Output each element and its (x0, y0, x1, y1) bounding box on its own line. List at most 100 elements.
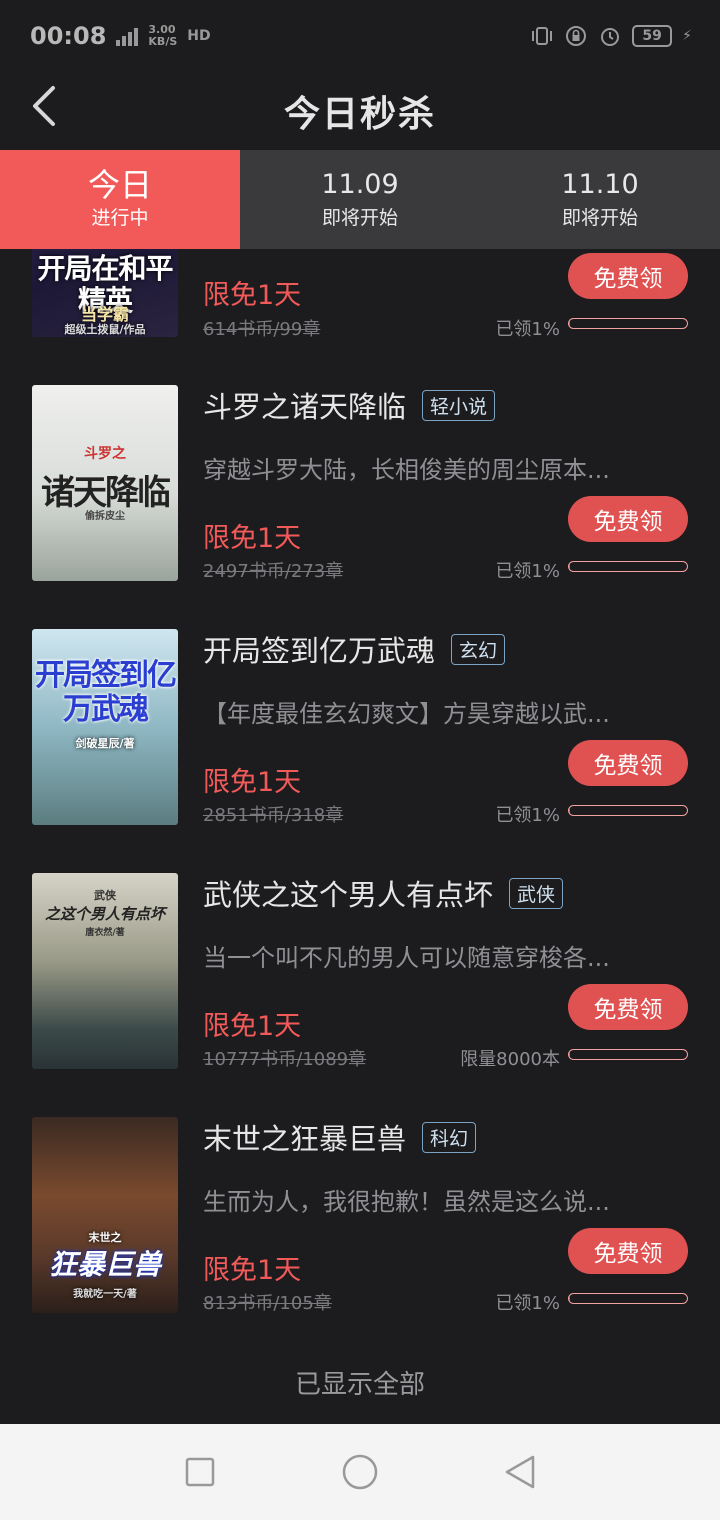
triangle-back-icon (505, 1455, 535, 1489)
cover-author: 偷拆皮尘 (85, 511, 125, 522)
tab-today[interactable]: 今日 进行中 (0, 150, 240, 249)
tab-status: 即将开始 (561, 206, 638, 229)
claim-button[interactable]: 免费领 (568, 1228, 688, 1274)
system-nav-bar (0, 1424, 720, 1520)
book-title: 开局签到亿万武魂 (203, 634, 436, 668)
book-cover[interactable]: 开局签到亿万武魂 剑破星辰/著 (32, 629, 178, 825)
claim-button[interactable]: 免费领 (568, 253, 688, 299)
book-title-row[interactable]: 武侠之这个男人有点坏 武侠 (203, 872, 564, 914)
book-title: 斗罗之诸天降临 (203, 390, 407, 424)
progress-fill (569, 562, 571, 571)
book-title-row[interactable]: 斗罗之诸天降临 轻小说 (203, 384, 496, 426)
recent-apps-button[interactable] (170, 1442, 230, 1502)
original-price: 2851书币/318章 (203, 805, 344, 826)
date-tabs: 今日 进行中 11.09 即将开始 11.10 即将开始 (0, 150, 720, 249)
book-list[interactable]: 开局在和平精英 当学霸 超级土拨鼠/作品 限免1天 614书币/99章 免费领 … (0, 249, 720, 1340)
square-icon (185, 1457, 215, 1487)
end-of-list-text: 已显示全部 (0, 1340, 720, 1424)
tab-1110[interactable]: 11.10 即将开始 (480, 150, 720, 249)
free-label: 限免1天 (203, 523, 302, 554)
claim-progress-bar (568, 1049, 688, 1060)
status-left: 00:08 3.00 KB/S HD (30, 22, 211, 50)
cover-title: 开局签到亿万武魂 (35, 658, 177, 727)
back-arrow-icon (33, 86, 55, 126)
claim-progress-bar (568, 318, 688, 329)
book-description: 【年度最佳玄幻爽文】方昊穿越以武... (203, 700, 610, 728)
book-title-row[interactable]: 开局签到亿万武魂 玄幻 (203, 628, 506, 670)
tab-label: 11.10 (561, 168, 639, 200)
header: 今日秒杀 (0, 72, 720, 150)
cover-subtitle: 武侠 (94, 889, 116, 902)
circle-icon (342, 1454, 378, 1490)
free-label: 限免1天 (203, 767, 302, 798)
book-item[interactable]: 末世之 狂暴巨兽 我就吃一天/著 末世之狂暴巨兽 科幻 生而为人，我很抱歉！虽然… (0, 1114, 720, 1314)
progress-fill (569, 806, 571, 815)
home-button[interactable] (330, 1442, 390, 1502)
book-description: 当一个叫不凡的男人可以随意穿梭各... (203, 944, 610, 972)
claimed-status: 已领1% (495, 319, 560, 340)
back-button[interactable] (22, 78, 66, 134)
book-cover[interactable]: 武侠 之这个男人有点坏 唐衣然/著 (32, 873, 178, 1069)
book-item[interactable]: 开局在和平精英 当学霸 超级土拨鼠/作品 限免1天 614书币/99章 免费领 … (0, 249, 720, 340)
tab-label: 11.09 (321, 168, 399, 200)
charging-icon: ⚡ (682, 28, 692, 44)
progress-fill (569, 1050, 571, 1059)
alarm-icon (598, 24, 622, 48)
book-description: 穿越斗罗大陆，长相俊美的周尘原本... (203, 456, 610, 484)
tab-status: 进行中 (91, 206, 149, 229)
claimed-status: 限量8000本 (460, 1049, 560, 1070)
battery-icon: 59 (632, 25, 673, 47)
original-price: 614书币/99章 (203, 319, 321, 340)
tab-label: 今日 (87, 165, 152, 204)
claim-progress-bar (568, 561, 688, 572)
genre-tag: 科幻 (422, 1121, 477, 1153)
page-title: 今日秒杀 (283, 94, 436, 135)
lock-rotation-icon (564, 24, 588, 48)
book-title: 武侠之这个男人有点坏 (203, 878, 494, 912)
book-title-row[interactable]: 末世之狂暴巨兽 科幻 (203, 1116, 477, 1158)
claimed-status: 已领1% (495, 1293, 560, 1314)
network-speed: 3.00 KB/S (148, 24, 177, 48)
book-cover[interactable]: 末世之 狂暴巨兽 我就吃一天/著 (32, 1117, 178, 1313)
book-item[interactable]: 斗罗之 诸天降临 偷拆皮尘 斗罗之诸天降临 轻小说 穿越斗罗大陆，长相俊美的周尘… (0, 382, 720, 582)
cover-title: 狂暴巨兽 (48, 1248, 161, 1281)
cover-author: 超级土拨鼠/作品 (64, 323, 146, 336)
claim-progress-bar (568, 805, 688, 816)
book-item[interactable]: 武侠 之这个男人有点坏 唐衣然/著 武侠之这个男人有点坏 武侠 当一个叫不凡的男… (0, 870, 720, 1070)
book-item[interactable]: 开局签到亿万武魂 剑破星辰/著 开局签到亿万武魂 玄幻 【年度最佳玄幻爽文】方昊… (0, 626, 720, 826)
free-label: 限免1天 (203, 280, 302, 311)
free-label: 限免1天 (203, 1255, 302, 1286)
cover-title: 之这个男人有点坏 (44, 905, 165, 923)
claim-button[interactable]: 免费领 (568, 496, 688, 542)
tab-status: 即将开始 (321, 206, 398, 229)
status-time: 00:08 (30, 22, 107, 50)
vibrate-icon (530, 24, 554, 48)
free-label: 限免1天 (203, 1011, 302, 1042)
cover-author: 唐衣然/著 (85, 928, 125, 938)
cover-author: 我就吃一天/著 (73, 1289, 137, 1300)
speed-unit: KB/S (148, 35, 178, 48)
hd-indicator: HD (187, 28, 211, 44)
signal-icon (116, 26, 139, 46)
book-cover[interactable]: 开局在和平精英 当学霸 超级土拨鼠/作品 (32, 249, 178, 337)
book-description: 生而为人，我很抱歉！虽然是这么说... (203, 1188, 610, 1216)
genre-tag: 武侠 (509, 877, 564, 909)
genre-tag: 玄幻 (451, 633, 506, 665)
claim-button[interactable]: 免费领 (568, 984, 688, 1030)
original-price: 813书币/105章 (203, 1293, 332, 1314)
status-right: 59 ⚡ (530, 24, 692, 48)
claim-progress-bar (568, 1293, 688, 1304)
status-bar: 00:08 3.00 KB/S HD 59 ⚡ (0, 0, 720, 72)
cover-author: 剑破星辰/著 (75, 737, 135, 750)
claimed-status: 已领1% (495, 805, 560, 826)
genre-tag: 轻小说 (422, 389, 496, 421)
book-cover[interactable]: 斗罗之 诸天降临 偷拆皮尘 (32, 385, 178, 581)
progress-fill (569, 1294, 571, 1303)
original-price: 2497书币/273章 (203, 561, 344, 582)
back-nav-button[interactable] (490, 1442, 550, 1502)
claim-button[interactable]: 免费领 (568, 740, 688, 786)
claimed-status: 已领1% (495, 561, 560, 582)
cover-subtitle: 斗罗之 (84, 446, 126, 462)
progress-fill (569, 319, 571, 328)
tab-1109[interactable]: 11.09 即将开始 (240, 150, 480, 249)
